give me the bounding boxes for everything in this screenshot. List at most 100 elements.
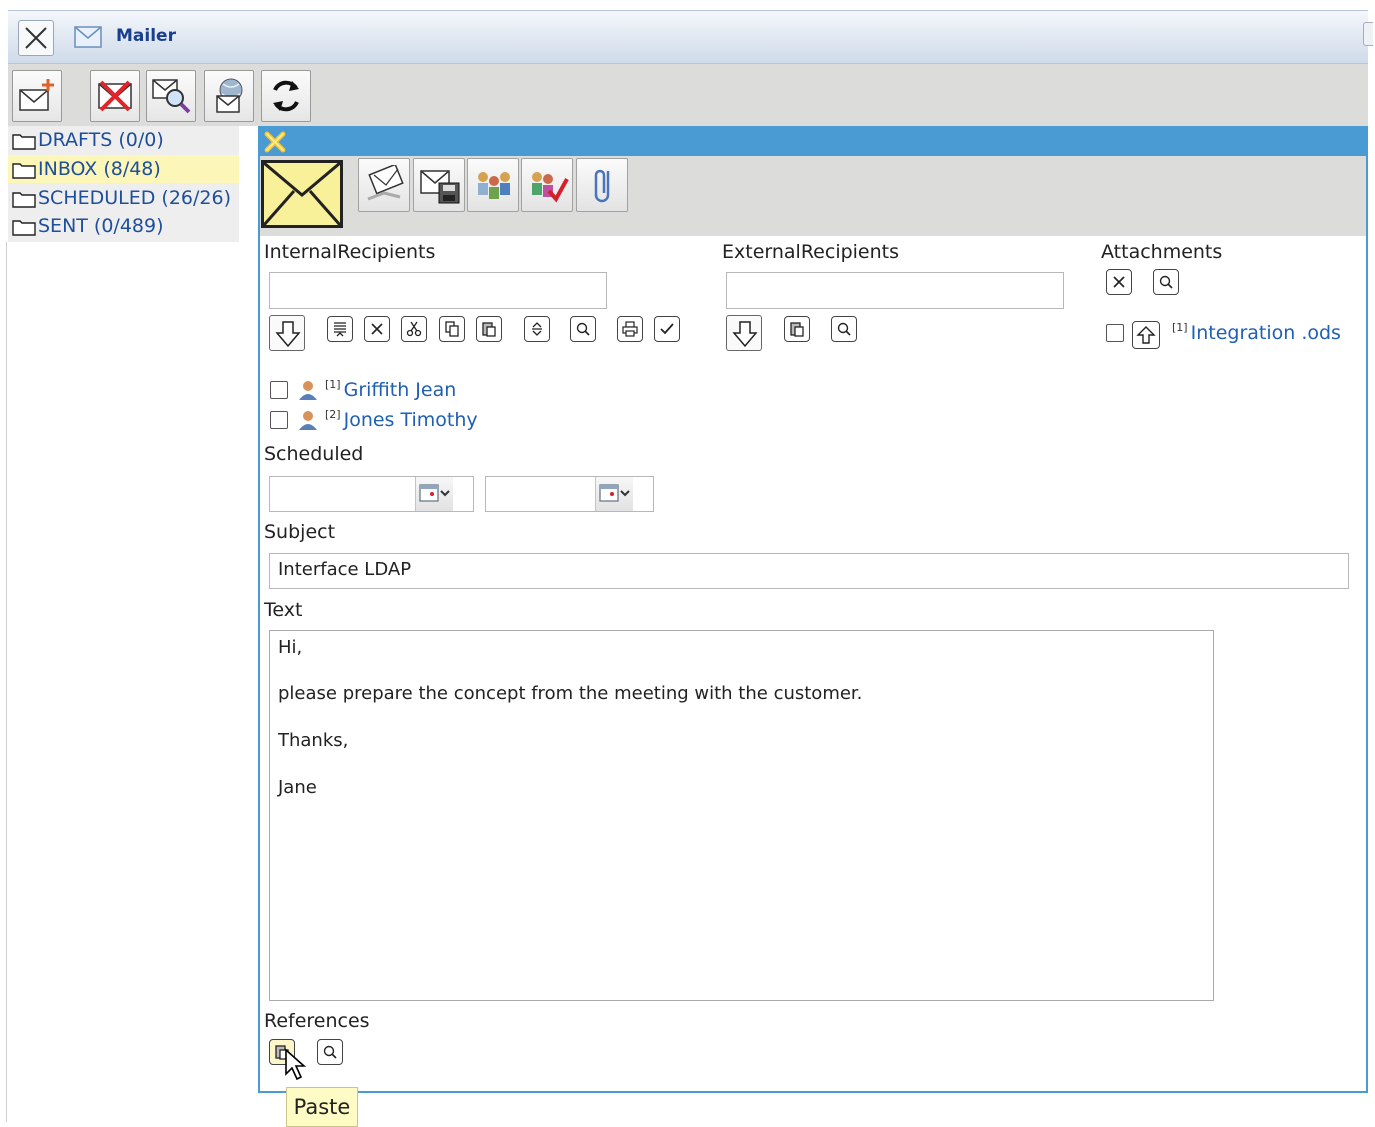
internal-recipients-label: InternalRecipients — [264, 241, 436, 263]
attachment-checkbox[interactable] — [1106, 324, 1124, 342]
confirm-recipients-button[interactable] — [654, 316, 680, 342]
references-label: References — [264, 1010, 370, 1032]
scheduled-label: Scheduled — [264, 443, 364, 465]
search-reference-button[interactable] — [317, 1039, 343, 1065]
search-attachment-button[interactable] — [1153, 269, 1179, 295]
cut-recipient-button[interactable] — [401, 316, 427, 342]
upload-attachment-button[interactable] — [1132, 321, 1160, 349]
paste-icon — [482, 322, 496, 337]
folder-label: SCHEDULED (26/26) — [38, 187, 231, 209]
close-icon — [25, 27, 47, 49]
mouse-cursor-icon — [285, 1048, 307, 1081]
recipient-name: Griffith Jean — [343, 379, 457, 401]
attach-button[interactable] — [576, 158, 628, 212]
scheduled-date-field[interactable] — [269, 476, 474, 512]
recipient-checkbox[interactable] — [270, 381, 288, 399]
users-group-icon — [478, 172, 510, 199]
folder-label: INBOX (8/48) — [38, 158, 161, 180]
title-bar — [8, 10, 1368, 64]
arrow-down-icon — [275, 321, 301, 348]
folder-sent[interactable]: SENT (0/489) — [8, 212, 239, 240]
sort-recipients-button[interactable] — [524, 316, 550, 342]
sort-icon — [532, 322, 542, 336]
search-recipient-button[interactable] — [570, 316, 596, 342]
time-picker-button[interactable] — [595, 477, 633, 511]
print-recipients-button[interactable] — [617, 316, 643, 342]
paste-tooltip: Paste — [286, 1087, 358, 1127]
calendar-icon — [419, 484, 450, 502]
external-mail-button[interactable] — [204, 70, 254, 122]
calendar-button[interactable] — [415, 477, 453, 511]
check-recipients-button[interactable] — [521, 158, 573, 212]
folder-drafts[interactable]: DRAFTS (0/0) — [8, 126, 239, 154]
external-recipients-input[interactable] — [726, 272, 1064, 309]
user-icon — [299, 411, 317, 430]
remove-recipient-button[interactable] — [364, 316, 390, 342]
message-line: Thanks, — [278, 730, 349, 751]
list-recipients-button[interactable] — [327, 316, 353, 342]
search-mail-icon — [152, 79, 191, 114]
attachment-link[interactable]: [1] Integration .ods — [1172, 321, 1341, 344]
subject-input[interactable]: Interface LDAP — [269, 553, 1349, 589]
send-button[interactable] — [358, 158, 410, 212]
calendar-icon — [599, 484, 630, 502]
folder-icon — [12, 134, 36, 150]
close-window-button[interactable] — [18, 20, 54, 56]
attachment-name: Integration .ods — [1190, 322, 1341, 344]
close-icon — [1113, 276, 1125, 288]
search-external-button[interactable] — [831, 316, 857, 342]
folder-scheduled[interactable]: SCHEDULED (26/26) — [8, 184, 239, 212]
search-mail-button[interactable] — [146, 70, 196, 122]
save-draft-button[interactable] — [413, 158, 465, 212]
mail-envelope-icon — [261, 160, 343, 228]
paste-external-button[interactable] — [784, 316, 810, 342]
refresh-icon — [273, 80, 299, 112]
recipient-index: [2] — [325, 408, 341, 421]
add-external-recipient-button[interactable] — [726, 315, 762, 351]
search-icon — [323, 1045, 337, 1059]
arrow-up-icon — [1136, 326, 1156, 344]
refresh-button[interactable] — [261, 70, 311, 122]
remove-attachment-button[interactable] — [1106, 269, 1132, 295]
groups-button[interactable] — [467, 158, 519, 212]
delete-mail-icon — [98, 80, 132, 112]
copy-icon — [445, 321, 459, 337]
message-line: Hi, — [278, 637, 303, 658]
folder-tree: DRAFTS (0/0) INBOX (8/48) SCHEDULED (26/… — [8, 126, 239, 242]
user-icon — [299, 381, 317, 400]
search-icon — [837, 322, 851, 336]
window-edge-handle[interactable] — [1363, 22, 1373, 46]
new-mail-icon — [19, 79, 54, 111]
send-mail-icon — [367, 165, 404, 201]
message-line: Jane — [278, 777, 317, 798]
folder-label: DRAFTS (0/0) — [38, 129, 164, 151]
close-compose-icon[interactable] — [264, 131, 286, 157]
globe-mail-icon — [216, 78, 243, 113]
scissors-icon — [406, 321, 422, 337]
folder-icon — [12, 163, 36, 179]
recipient-link[interactable]: [1] Griffith Jean — [325, 378, 456, 401]
delete-mail-button[interactable] — [90, 70, 140, 122]
attachments-label: Attachments — [1101, 241, 1223, 263]
folder-inbox[interactable]: INBOX (8/48) — [8, 155, 239, 183]
users-check-icon — [532, 172, 569, 203]
external-recipients-label: ExternalRecipients — [722, 241, 900, 263]
new-mail-button[interactable] — [12, 70, 62, 122]
recipient-name: Jones Timothy — [343, 409, 478, 431]
scheduled-time-field[interactable] — [485, 476, 654, 512]
add-internal-recipient-button[interactable] — [269, 315, 305, 351]
recipient-checkbox[interactable] — [270, 411, 288, 429]
subject-label: Subject — [264, 521, 336, 543]
arrow-down-icon — [732, 321, 758, 348]
text-label: Text — [264, 599, 303, 621]
save-mail-icon — [420, 170, 460, 204]
internal-recipients-input[interactable] — [269, 272, 607, 309]
compose-header — [258, 126, 1368, 156]
divider — [6, 242, 7, 1122]
recipient-link[interactable]: [2] Jones Timothy — [325, 408, 478, 431]
paste-recipient-button[interactable] — [476, 316, 502, 342]
copy-recipient-button[interactable] — [439, 316, 465, 342]
message-line: please prepare the concept from the meet… — [278, 683, 863, 704]
search-icon — [576, 322, 590, 336]
subject-value: Interface LDAP — [278, 559, 412, 580]
